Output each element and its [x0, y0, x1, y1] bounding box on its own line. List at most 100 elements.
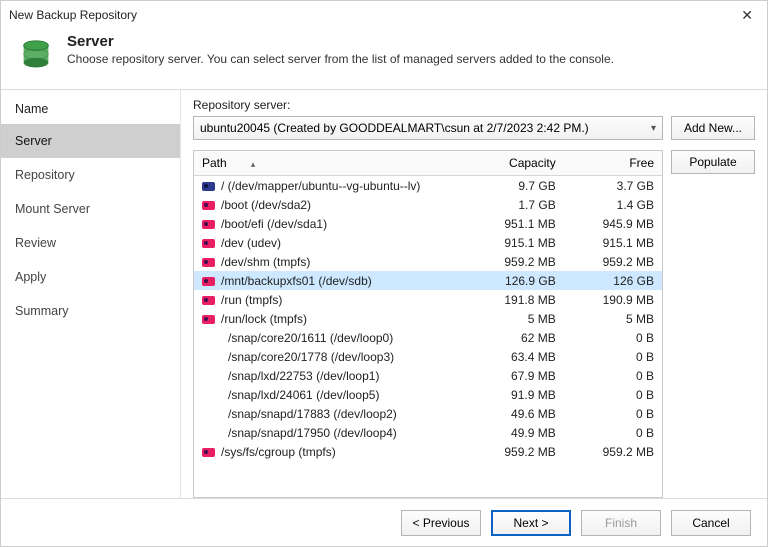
cell-capacity: 63.4 MB	[465, 347, 563, 366]
cell-free: 0 B	[564, 328, 662, 347]
paths-grid[interactable]: Path▴ Capacity Free / (/dev/mapper/ubunt…	[193, 150, 663, 498]
cell-path: /dev/shm (tmpfs)	[194, 252, 465, 271]
finish-button: Finish	[581, 510, 661, 536]
table-row[interactable]: /sys/fs/cgroup (tmpfs)959.2 MB959.2 MB	[194, 442, 662, 461]
disk-icon	[202, 315, 215, 324]
cell-free: 915.1 MB	[564, 233, 662, 252]
cell-path: /snap/core20/1778 (/dev/loop3)	[194, 347, 465, 366]
disk-icon	[202, 296, 215, 305]
cell-path: /snap/lxd/22753 (/dev/loop1)	[194, 366, 465, 385]
sidebar-item-mount-server[interactable]: Mount Server	[1, 192, 180, 226]
cell-free: 0 B	[564, 385, 662, 404]
window-title: New Backup Repository	[9, 8, 735, 22]
table-row[interactable]: / (/dev/mapper/ubuntu--vg-ubuntu--lv)9.7…	[194, 176, 662, 196]
table-row[interactable]: /run/lock (tmpfs)5 MB5 MB	[194, 309, 662, 328]
cell-free: 0 B	[564, 366, 662, 385]
cell-capacity: 62 MB	[465, 328, 563, 347]
cell-path: /dev (udev)	[194, 233, 465, 252]
cell-free: 0 B	[564, 423, 662, 442]
close-icon[interactable]: ✕	[735, 7, 759, 24]
cell-capacity: 915.1 MB	[465, 233, 563, 252]
sidebar-item-review[interactable]: Review	[1, 226, 180, 260]
cell-capacity: 49.9 MB	[465, 423, 563, 442]
table-row[interactable]: /snap/lxd/22753 (/dev/loop1)67.9 MB0 B	[194, 366, 662, 385]
cell-capacity: 91.9 MB	[465, 385, 563, 404]
wizard-main-panel: Repository server: ubuntu20045 (Created …	[181, 90, 767, 498]
next-button[interactable]: Next >	[491, 510, 571, 536]
col-free[interactable]: Free	[564, 151, 662, 176]
sort-asc-icon: ▴	[251, 159, 256, 169]
col-path[interactable]: Path▴	[194, 151, 465, 176]
cell-free: 959.2 MB	[564, 442, 662, 461]
previous-button[interactable]: < Previous	[401, 510, 481, 536]
chevron-down-icon: ▾	[651, 123, 656, 134]
cell-free: 959.2 MB	[564, 252, 662, 271]
disk-icon	[202, 220, 215, 229]
wizard-header: Server Choose repository server. You can…	[1, 29, 767, 89]
disk-icon	[202, 277, 215, 286]
cell-capacity: 9.7 GB	[465, 176, 563, 196]
cell-path: /sys/fs/cgroup (tmpfs)	[194, 442, 465, 461]
sidebar-item-server[interactable]: Server	[1, 124, 180, 158]
cell-path: /boot (/dev/sda2)	[194, 195, 465, 214]
table-row[interactable]: /boot (/dev/sda2)1.7 GB1.4 GB	[194, 195, 662, 214]
sidebar-item-apply[interactable]: Apply	[1, 260, 180, 294]
cell-path: /snap/snapd/17883 (/dev/loop2)	[194, 404, 465, 423]
add-new-button[interactable]: Add New...	[671, 116, 755, 140]
table-row[interactable]: /boot/efi (/dev/sda1)951.1 MB945.9 MB	[194, 214, 662, 233]
cell-free: 3.7 GB	[564, 176, 662, 196]
table-row[interactable]: /dev (udev)915.1 MB915.1 MB	[194, 233, 662, 252]
cell-free: 0 B	[564, 347, 662, 366]
disk-icon	[202, 258, 215, 267]
cancel-button[interactable]: Cancel	[671, 510, 751, 536]
sidebar-heading: Name	[1, 94, 180, 124]
disk-icon	[202, 201, 215, 210]
col-capacity[interactable]: Capacity	[465, 151, 563, 176]
page-title: Server	[67, 33, 614, 50]
cell-path: /run/lock (tmpfs)	[194, 309, 465, 328]
repository-icon	[17, 37, 55, 75]
disk-icon	[202, 239, 215, 248]
table-row[interactable]: /dev/shm (tmpfs)959.2 MB959.2 MB	[194, 252, 662, 271]
table-row[interactable]: /snap/snapd/17950 (/dev/loop4)49.9 MB0 B	[194, 423, 662, 442]
dialog-new-backup-repository: New Backup Repository ✕ Server Choose re…	[0, 0, 768, 547]
cell-path: /snap/lxd/24061 (/dev/loop5)	[194, 385, 465, 404]
page-subtitle: Choose repository server. You can select…	[67, 52, 614, 66]
cell-free: 190.9 MB	[564, 290, 662, 309]
repository-server-label: Repository server:	[193, 98, 290, 112]
cell-free: 1.4 GB	[564, 195, 662, 214]
repository-server-combo[interactable]: ubuntu20045 (Created by GOODDEALMART\csu…	[193, 116, 663, 140]
table-row[interactable]: /snap/snapd/17883 (/dev/loop2)49.6 MB0 B	[194, 404, 662, 423]
wizard-footer: < Previous Next > Finish Cancel	[1, 498, 767, 546]
sidebar-item-summary[interactable]: Summary	[1, 294, 180, 328]
cell-capacity: 49.6 MB	[465, 404, 563, 423]
grid-header-row: Path▴ Capacity Free	[194, 151, 662, 176]
table-row[interactable]: /snap/core20/1778 (/dev/loop3)63.4 MB0 B	[194, 347, 662, 366]
wizard-body: Name ServerRepositoryMount ServerReviewA…	[1, 90, 767, 498]
sidebar-item-repository[interactable]: Repository	[1, 158, 180, 192]
populate-button[interactable]: Populate	[671, 150, 755, 174]
disk-icon	[202, 182, 215, 191]
cell-capacity: 126.9 GB	[465, 271, 563, 290]
repository-server-value: ubuntu20045 (Created by GOODDEALMART\csu…	[200, 121, 589, 135]
cell-capacity: 959.2 MB	[465, 442, 563, 461]
cell-path: /snap/core20/1611 (/dev/loop0)	[194, 328, 465, 347]
cell-capacity: 5 MB	[465, 309, 563, 328]
cell-path: /snap/snapd/17950 (/dev/loop4)	[194, 423, 465, 442]
cell-path: /run (tmpfs)	[194, 290, 465, 309]
disk-icon	[202, 448, 215, 457]
table-row[interactable]: /mnt/backupxfs01 (/dev/sdb)126.9 GB126 G…	[194, 271, 662, 290]
table-row[interactable]: /snap/lxd/24061 (/dev/loop5)91.9 MB0 B	[194, 385, 662, 404]
cell-path: /mnt/backupxfs01 (/dev/sdb)	[194, 271, 465, 290]
cell-free: 5 MB	[564, 309, 662, 328]
cell-free: 126 GB	[564, 271, 662, 290]
table-row[interactable]: /run (tmpfs)191.8 MB190.9 MB	[194, 290, 662, 309]
table-row[interactable]: /snap/core20/1611 (/dev/loop0)62 MB0 B	[194, 328, 662, 347]
cell-path: / (/dev/mapper/ubuntu--vg-ubuntu--lv)	[194, 176, 465, 196]
cell-capacity: 959.2 MB	[465, 252, 563, 271]
cell-free: 0 B	[564, 404, 662, 423]
cell-capacity: 1.7 GB	[465, 195, 563, 214]
titlebar: New Backup Repository ✕	[1, 1, 767, 29]
cell-capacity: 951.1 MB	[465, 214, 563, 233]
cell-path: /boot/efi (/dev/sda1)	[194, 214, 465, 233]
